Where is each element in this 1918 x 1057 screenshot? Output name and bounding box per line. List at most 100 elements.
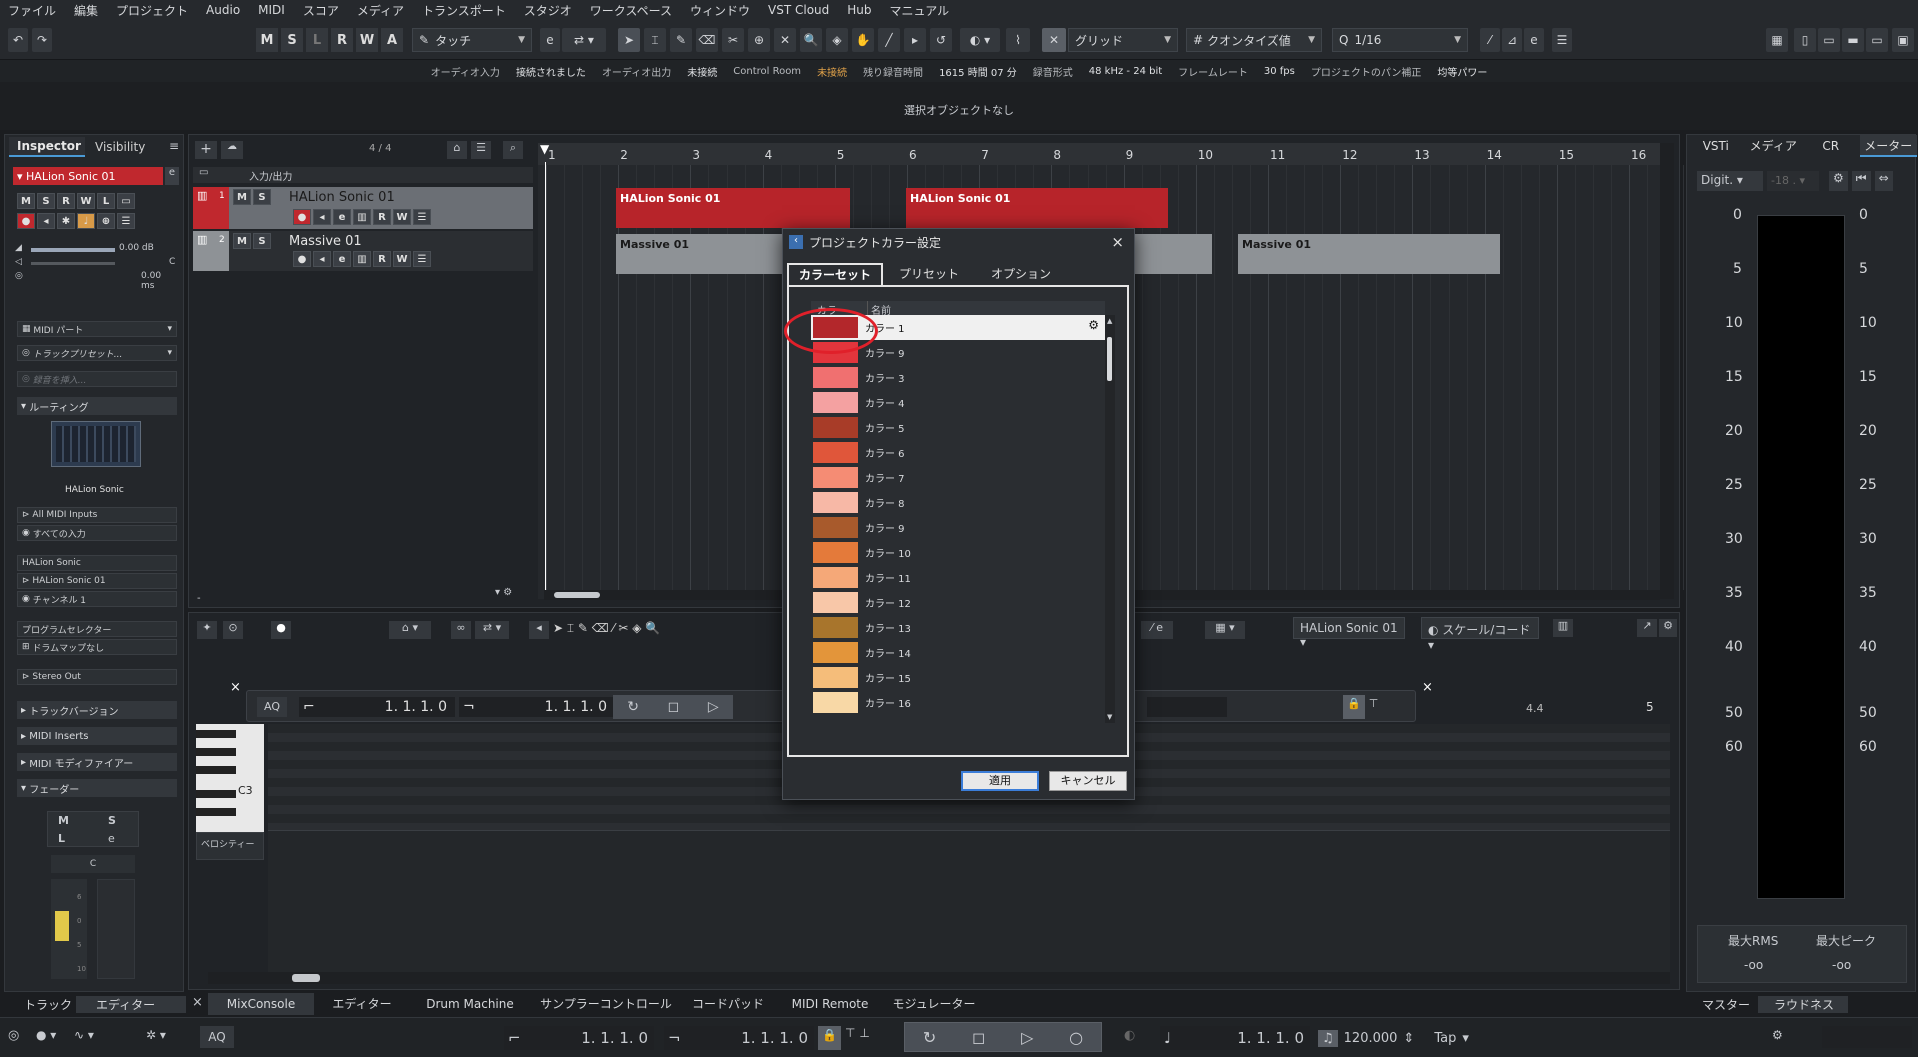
undo-icon[interactable]: ↶: [8, 28, 28, 52]
volume-slider[interactable]: [31, 248, 115, 252]
layout-left2-icon[interactable]: ▭: [1818, 28, 1840, 52]
cycle-icon[interactable]: ↻: [923, 1028, 936, 1047]
color-row[interactable]: カラー 11: [811, 565, 1105, 590]
pan-slider[interactable]: [31, 262, 115, 265]
color-row[interactable]: カラー 8: [811, 490, 1105, 515]
color-list-scrollbar[interactable]: ▲ ▼: [1105, 315, 1115, 723]
color-swatch[interactable]: [813, 392, 858, 413]
transport-extra-field[interactable]: [1822, 1026, 1912, 1048]
cancel-button[interactable]: キャンセル: [1049, 771, 1127, 791]
ruler-bar-16[interactable]: 16: [1631, 148, 1646, 162]
metronome-icon[interactable]: ◎: [8, 1028, 19, 1043]
meter-type-select[interactable]: Digit. ▾: [1697, 171, 1763, 191]
track-version-section[interactable]: ▸ トラックバージョン: [17, 701, 177, 719]
rec-format-value[interactable]: 48 kHz - 24 bit: [1089, 66, 1162, 77]
add-track-options-icon[interactable]: ☁: [221, 141, 243, 159]
ruler-bar-13[interactable]: 13: [1414, 148, 1429, 162]
editor-lock-icon[interactable]: 🔒: [1343, 695, 1365, 719]
play-icon[interactable]: ▷: [1021, 1028, 1033, 1047]
color-swatch[interactable]: [813, 492, 858, 513]
color-name[interactable]: カラー 15: [865, 670, 911, 685]
ruler-bar-14[interactable]: 14: [1487, 148, 1502, 162]
global-r-button[interactable]: R: [331, 28, 353, 52]
record-icon[interactable]: ○: [1069, 1028, 1083, 1047]
color-name[interactable]: カラー 3: [865, 370, 905, 385]
track-2-name[interactable]: Massive 01: [289, 234, 362, 249]
erase-tool-icon[interactable]: ⌫: [696, 28, 718, 52]
transport-settings-icon[interactable]: ⚙: [1772, 1028, 1783, 1042]
inspector-track-name[interactable]: ▾ HALion Sonic 01: [13, 167, 163, 185]
ruler-bar-8[interactable]: 8: [1053, 148, 1061, 162]
meter-settings-icon[interactable]: ⚙: [1829, 171, 1848, 191]
editor-aq-button[interactable]: AQ: [257, 697, 287, 717]
velocity-lane[interactable]: [268, 830, 1670, 972]
ruler-bar-7[interactable]: 7: [981, 148, 989, 162]
color-settings-icon[interactable]: ⚙: [1088, 318, 1099, 332]
fader-section[interactable]: ▾ フェーダー: [17, 779, 177, 797]
menu-item-5[interactable]: スコア: [303, 2, 339, 19]
warp-tool-icon[interactable]: ↺: [930, 28, 952, 52]
arrange-vertical-scrollbar[interactable]: [1660, 143, 1674, 599]
lower-zone-close-icon[interactable]: ×: [192, 995, 203, 1010]
punch-out-icon[interactable]: ⊥: [859, 1026, 869, 1050]
write-button[interactable]: W: [77, 193, 95, 209]
dialog-close-icon[interactable]: ×: [1111, 233, 1124, 251]
add-track-icon[interactable]: +: [195, 141, 217, 159]
play-tool-icon[interactable]: ▸: [904, 28, 926, 52]
track-zoom-icon[interactable]: ⌂: [447, 141, 467, 159]
track-2-mute[interactable]: M: [233, 233, 251, 249]
tap-dropdown-icon[interactable]: ▾: [1462, 1031, 1469, 1046]
global-s-button[interactable]: S: [281, 28, 303, 52]
editor-speaker-icon[interactable]: ◂: [529, 621, 549, 639]
lower-zone-tab-3[interactable]: サンプラーコントロール: [530, 993, 682, 1015]
editor-expand-icon[interactable]: ↗: [1637, 619, 1657, 637]
color-swatch[interactable]: [813, 567, 858, 588]
meter-ref-select[interactable]: -18 . ▾: [1767, 171, 1819, 191]
select-tool-icon[interactable]: ➤: [618, 28, 640, 52]
tracklist-settings-icon[interactable]: ▾ ⚙: [495, 587, 512, 598]
color-swatch[interactable]: [813, 617, 858, 638]
channel-fader[interactable]: 6 0 5 10: [51, 879, 87, 979]
color-row[interactable]: カラー 5: [811, 415, 1105, 440]
tab-loudness[interactable]: ラウドネス: [1758, 995, 1848, 1013]
range-tool-icon[interactable]: ⌶: [644, 28, 666, 52]
color-name[interactable]: カラー 9: [865, 345, 905, 360]
color-name[interactable]: カラー 5: [865, 420, 905, 435]
color-swatch[interactable]: [813, 517, 858, 538]
tempo-spinner-icon[interactable]: ⇕: [1403, 1031, 1414, 1046]
record-enable-icon[interactable]: ●: [17, 213, 35, 229]
track-1-solo[interactable]: S: [253, 189, 271, 205]
link-icon[interactable]: ∞: [451, 621, 471, 639]
color-name[interactable]: カラー 9: [865, 520, 905, 535]
track-preset-select[interactable]: ◎ トラックプリセット... ▾: [17, 345, 177, 361]
color-name[interactable]: カラー 11: [865, 570, 911, 585]
color-row[interactable]: カラー 4: [811, 390, 1105, 415]
folder-track[interactable]: ▭ 入力/出力: [193, 167, 533, 183]
menu-item-13[interactable]: マニュアル: [890, 2, 950, 19]
track-2-solo[interactable]: S: [253, 233, 271, 249]
sync-select[interactable]: ✲ ▾: [146, 1028, 166, 1042]
drum-map-select[interactable]: ⊞ ドラムマップなし: [17, 639, 177, 655]
transport-aq-button[interactable]: AQ: [200, 1026, 234, 1048]
align-icon[interactable]: ☰: [1552, 28, 1572, 52]
color-swatch[interactable]: [813, 367, 858, 388]
editor-chase-icon[interactable]: ⌂ ▾: [389, 621, 431, 639]
meter-hold-icon[interactable]: ⇔: [1874, 171, 1893, 191]
menu-item-12[interactable]: Hub: [847, 3, 871, 17]
mute-tool-icon[interactable]: ✕: [774, 28, 796, 52]
fader-handle[interactable]: [55, 911, 69, 941]
solo-editor-icon[interactable]: ⊙: [223, 621, 243, 639]
automation-mode-select[interactable]: ✎ タッチ ▼: [412, 28, 532, 52]
comp-tool-icon[interactable]: ◈: [826, 28, 848, 52]
lower-zone-tab-0[interactable]: MixConsole: [208, 993, 314, 1015]
fader-solo-button[interactable]: S: [108, 814, 116, 827]
editor-autoscroll-icon[interactable]: ⇄ ▾: [475, 621, 509, 639]
glue-tool-icon[interactable]: ⊕: [748, 28, 770, 52]
clip-halion-2[interactable]: HALion Sonic 01: [906, 188, 1168, 228]
color-row[interactable]: カラー 12: [811, 590, 1105, 615]
frame-rate-value[interactable]: 30 fps: [1264, 66, 1295, 77]
piano-keyboard[interactable]: C3: [196, 724, 264, 832]
monitor-icon[interactable]: ◂: [37, 213, 55, 229]
ruler-bar-5[interactable]: 5: [837, 148, 845, 162]
tab-options[interactable]: オプション: [975, 263, 1067, 285]
